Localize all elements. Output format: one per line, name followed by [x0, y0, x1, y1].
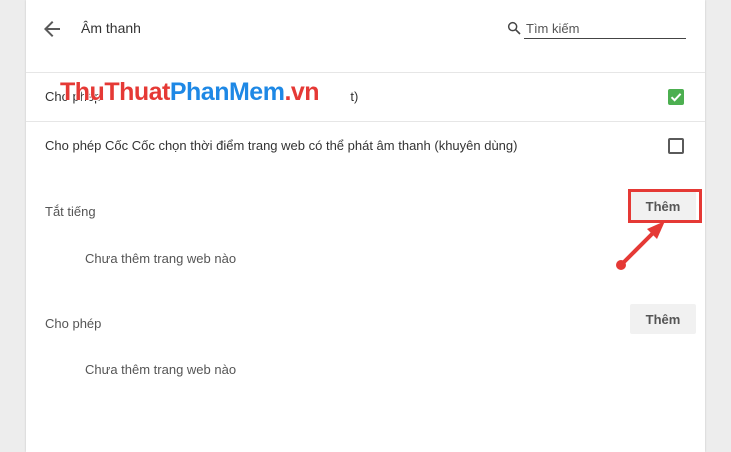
mute-add-button[interactable]: Thêm: [630, 191, 696, 221]
mute-section-title: Tắt tiếng: [45, 204, 96, 219]
arrow-left-icon: [44, 21, 60, 37]
allow-section-title: Cho phép: [45, 316, 102, 331]
allow-sound-checkbox[interactable]: [668, 89, 684, 105]
back-button[interactable]: [40, 17, 64, 41]
annotation-arrow-icon: [616, 221, 665, 270]
option-smart-sound[interactable]: Cho phép Cốc Cốc chọn thời điểm trang we…: [26, 122, 705, 170]
allow-add-button[interactable]: Thêm: [630, 304, 696, 334]
settings-panel: Âm thanh Cho phépt) Cho phép Cốc Cốc chọ…: [26, 0, 705, 452]
search-box: [506, 18, 686, 40]
mute-empty-text: Chưa thêm trang web nào: [85, 251, 237, 266]
search-icon: [507, 21, 521, 35]
option-label: Cho phép Cốc Cốc chọn thời điểm trang we…: [45, 138, 518, 153]
watermark-logo: ThuThuatPhanMem.vn: [60, 78, 320, 106]
page-title: Âm thanh: [81, 20, 141, 36]
checkmark-icon: [670, 93, 682, 102]
allow-empty-text: Chưa thêm trang web nào: [85, 362, 237, 377]
search-input[interactable]: [524, 18, 686, 39]
smart-sound-checkbox[interactable]: [668, 138, 684, 154]
page-header: Âm thanh: [26, 0, 705, 73]
